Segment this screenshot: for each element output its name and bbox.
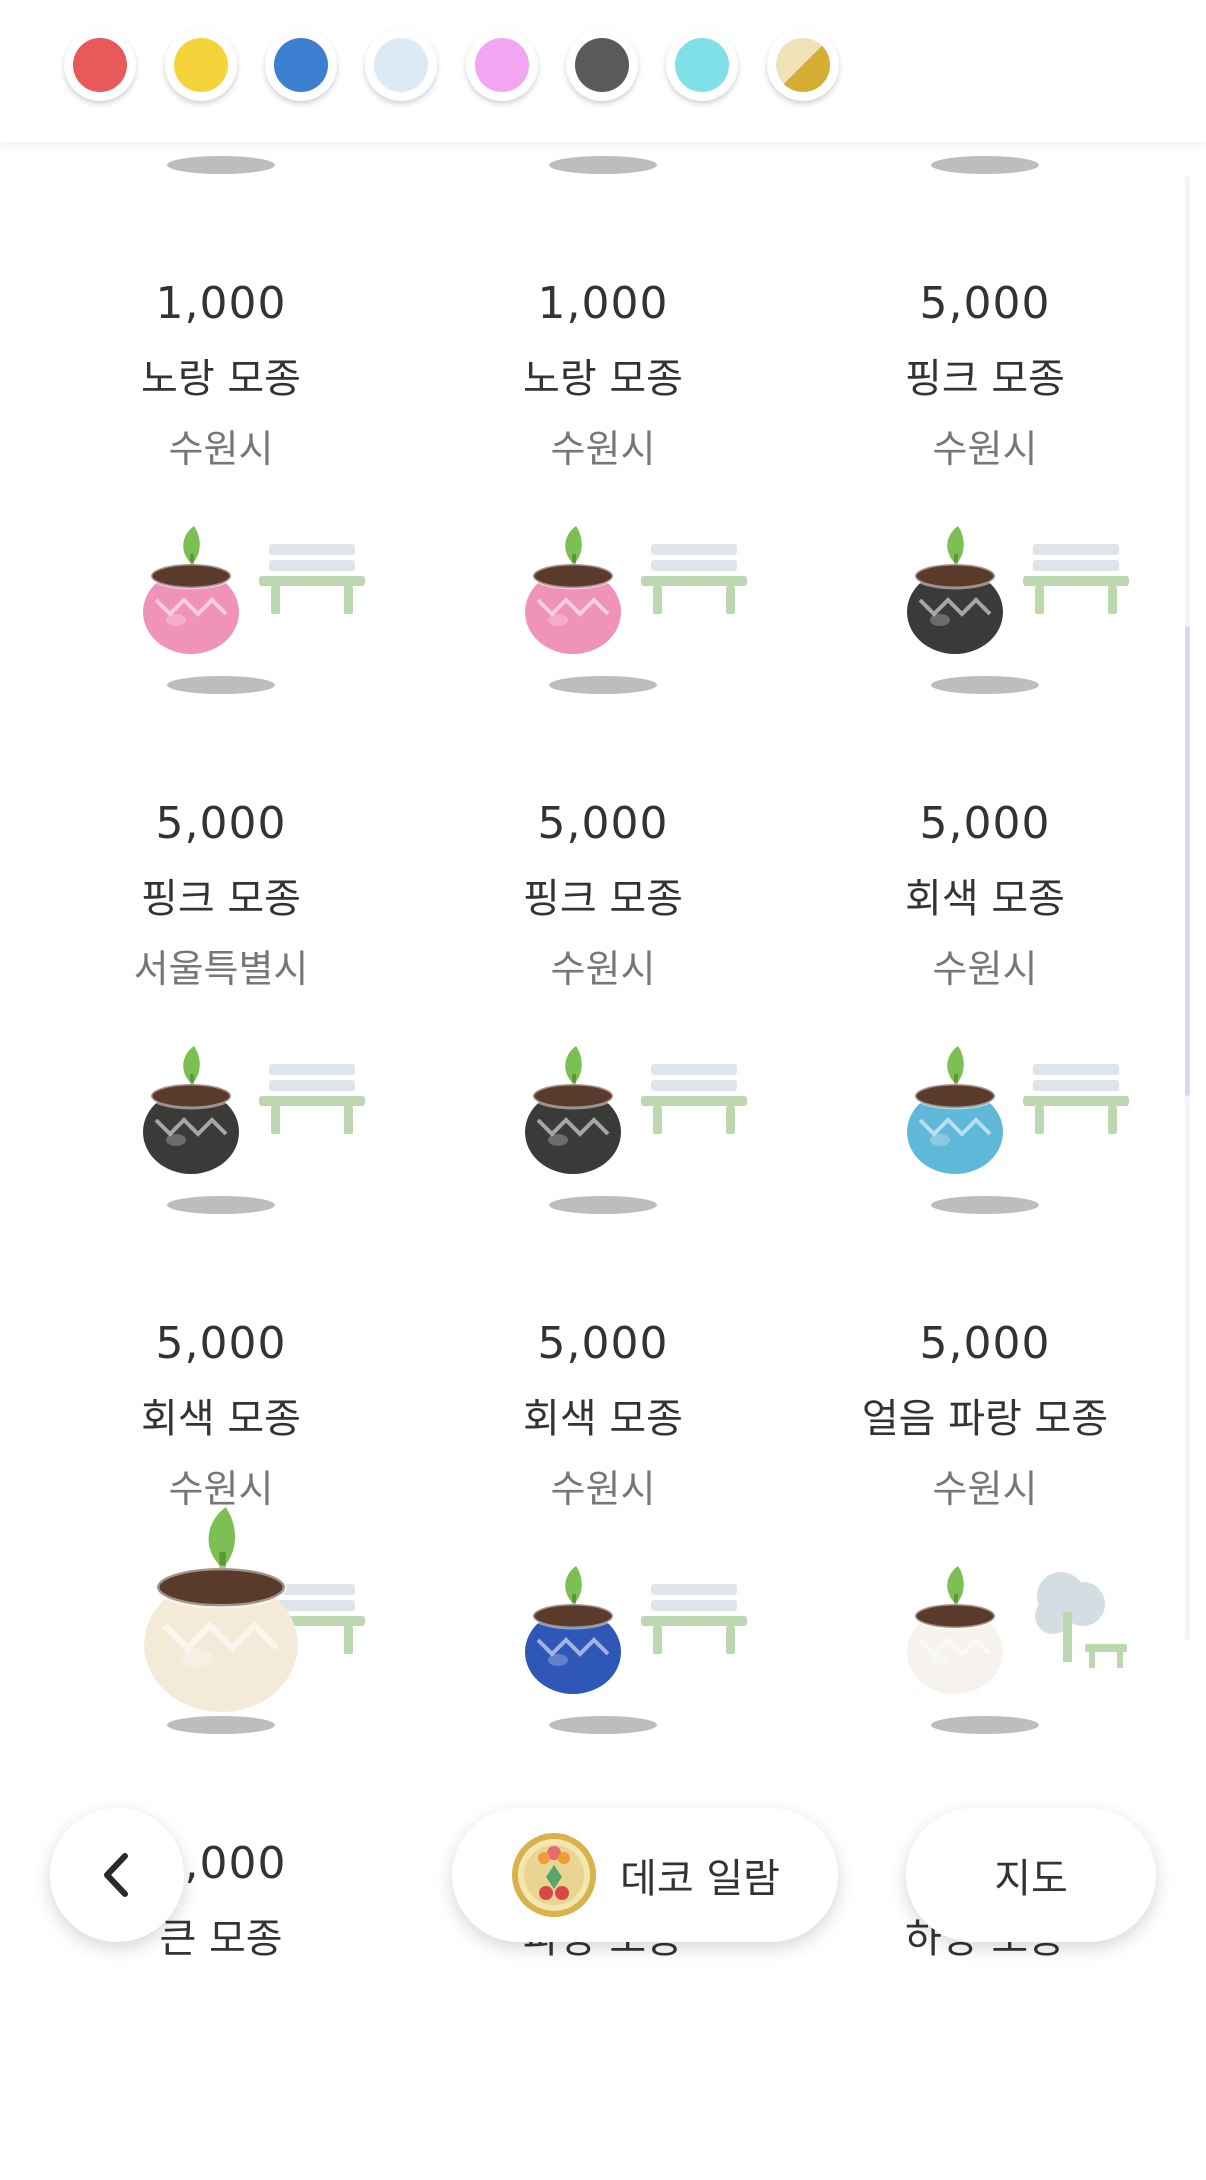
bench-icon <box>641 1584 747 1654</box>
seedling-name: 회색 모종 <box>141 1396 301 1442</box>
color-dot <box>776 38 830 92</box>
seedling-name: 핑크 모종 <box>905 356 1065 402</box>
pot-shadow <box>931 676 1039 694</box>
deco-list-label: 데코 일람 <box>620 1856 780 1902</box>
price-label: 5,000 <box>537 1318 669 1369</box>
city-label: 수원시 <box>168 427 274 471</box>
bench-icon <box>259 544 365 614</box>
pot-shadow <box>549 156 657 174</box>
seedling-grid: 1,000 노랑 모종 수원시 1,000 노랑 모종 수원시 5,000 핑크… <box>0 0 1206 2015</box>
seedling-pot-icon <box>525 526 621 654</box>
color-filter-cyan[interactable] <box>666 29 738 101</box>
color-filter-red[interactable] <box>64 29 136 101</box>
color-dot <box>575 38 629 92</box>
color-dot <box>174 38 228 92</box>
city-label: 수원시 <box>550 1467 656 1511</box>
seedling-name: 회색 모종 <box>905 876 1065 922</box>
city-label: 수원시 <box>932 1467 1038 1511</box>
bench-icon <box>641 1064 747 1134</box>
price-label: 5,000 <box>155 1318 287 1369</box>
seedling-name: 얼음 파랑 모종 <box>861 1396 1109 1442</box>
color-filter-gray[interactable] <box>566 29 638 101</box>
pot-image <box>81 524 365 694</box>
price-label: 1,000 <box>155 278 287 329</box>
color-filter-pink[interactable] <box>466 29 538 101</box>
bench-icon <box>641 544 747 614</box>
pot-image <box>463 1564 747 1734</box>
seedling-name: 회색 모종 <box>523 1396 683 1442</box>
color-filter-gold[interactable] <box>767 29 839 101</box>
seedling-pot-icon <box>525 1046 621 1174</box>
color-filter-yellow[interactable] <box>165 29 237 101</box>
seedling-pot-icon <box>143 526 239 654</box>
pot-shadow <box>167 1196 275 1214</box>
city-label: 수원시 <box>550 427 656 471</box>
color-dot <box>475 38 529 92</box>
pot-image <box>81 1507 365 1734</box>
seedling-pot-icon <box>907 526 1003 654</box>
city-label: 수원시 <box>550 947 656 991</box>
color-dot <box>73 38 127 92</box>
seedling-name: 노랑 모종 <box>523 356 683 402</box>
seedling-name: 핑크 모종 <box>523 876 683 922</box>
price-label: 5,000 <box>919 1318 1051 1369</box>
pot-shadow <box>167 156 275 174</box>
chevron-left-icon <box>104 1853 128 1897</box>
back-button[interactable] <box>50 1808 184 1942</box>
pot-shadow <box>167 1716 275 1734</box>
price-label: 5,000 <box>537 798 669 849</box>
color-filter-blue[interactable] <box>265 29 337 101</box>
price-label: 5,000 <box>155 798 287 849</box>
seedling-pot-icon <box>144 1507 298 1712</box>
deco-list-button[interactable]: 데코 일람 <box>452 1808 838 1942</box>
city-label: 서울특별시 <box>133 947 309 991</box>
seedling-pot-icon <box>907 1046 1003 1174</box>
seedling-name: 노랑 모종 <box>141 356 301 402</box>
color-filter-light-blue[interactable] <box>365 29 437 101</box>
pot-shadow <box>167 676 275 694</box>
pot-image <box>463 1044 747 1214</box>
city-label: 수원시 <box>932 427 1038 471</box>
seedling-pot-icon <box>525 1566 621 1694</box>
pot-shadow <box>931 156 1039 174</box>
color-filter-bar <box>0 0 1206 142</box>
price-label: 5,000 <box>919 798 1051 849</box>
seedling-pot-icon <box>907 1566 1003 1694</box>
seedling-name: 핑크 모종 <box>141 876 301 922</box>
color-dot <box>675 38 729 92</box>
seedling-pot-icon <box>143 1046 239 1174</box>
pot-shadow <box>549 676 657 694</box>
price-label: 5,000 <box>919 278 1051 329</box>
pot-image <box>81 1044 365 1214</box>
park-tree-icon <box>1035 1572 1127 1668</box>
color-dot <box>274 38 328 92</box>
bench-icon <box>1023 544 1129 614</box>
map-label: 지도 <box>994 1856 1068 1902</box>
pot-image <box>845 1044 1129 1214</box>
pot-image <box>463 524 747 694</box>
pot-shadow <box>549 1716 657 1734</box>
map-button[interactable]: 지도 <box>906 1808 1156 1942</box>
pot-shadow <box>549 1196 657 1214</box>
price-label: 1,000 <box>537 278 669 329</box>
pot-image <box>845 1564 1127 1734</box>
color-dot <box>374 38 428 92</box>
city-label: 수원시 <box>932 947 1038 991</box>
deco-medal-icon <box>512 1833 597 1917</box>
pot-shadow <box>931 1196 1039 1214</box>
bench-icon <box>1023 1064 1129 1134</box>
pot-image <box>845 524 1129 694</box>
pot-shadow <box>931 1716 1039 1734</box>
bench-icon <box>259 1064 365 1134</box>
